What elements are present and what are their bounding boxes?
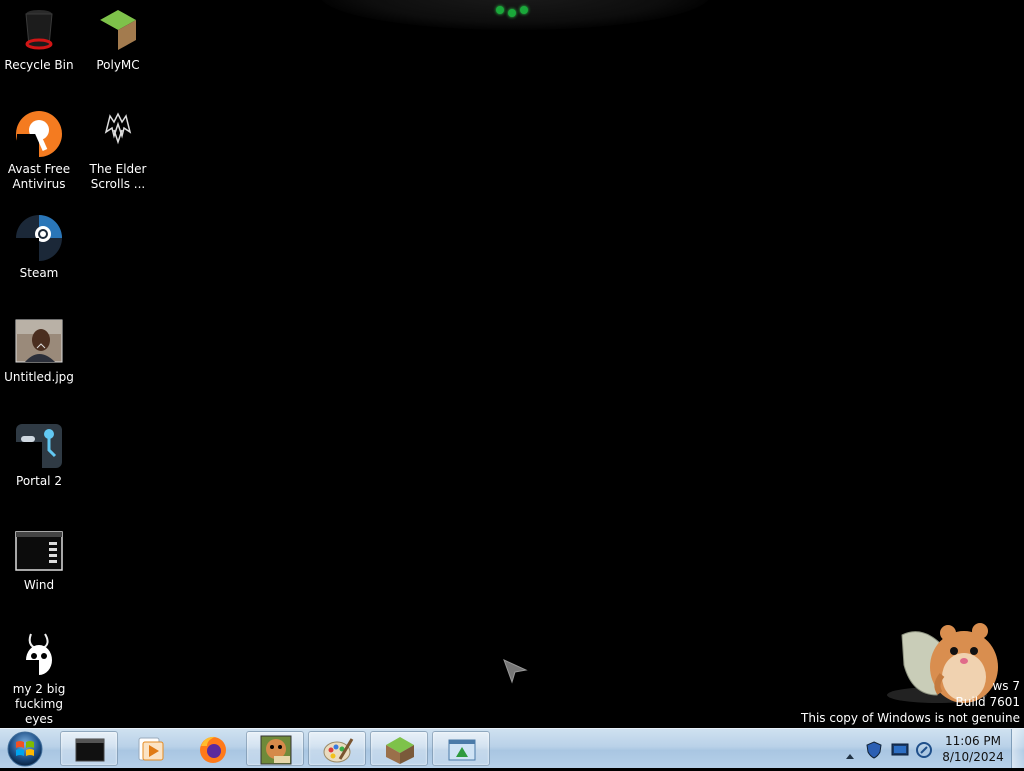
clock-date: 8/10/2024 (942, 750, 1004, 764)
taskbar-button-app[interactable] (432, 731, 490, 766)
paint-icon (323, 738, 354, 763)
desktop-icon-label: Wind (23, 578, 55, 592)
steam-icon (15, 214, 63, 262)
taskbar-clock[interactable]: 11:06 PM 8/10/2024 (935, 733, 1011, 765)
desktop-icon-label: PolyMC (96, 58, 140, 72)
network-monitor-icon[interactable] (891, 742, 909, 762)
taskbar-button-hamster-box[interactable] (246, 731, 304, 766)
show-desktop-button[interactable] (1011, 729, 1024, 768)
desktop[interactable]: Recycle Bin PolyMC Avast Free Antivirus (0, 0, 1024, 728)
desktop-icon-label: Avast Free Antivirus (7, 162, 71, 191)
hamster-box-icon (260, 735, 292, 765)
desktop-icon-steam[interactable]: Steam (0, 214, 78, 281)
elder-scrolls-icon (94, 110, 142, 158)
volume-icon[interactable] (915, 741, 933, 763)
desktop-icon-bunny-image[interactable]: my 2 big fuckimg eyes (0, 630, 78, 727)
taskbar[interactable]: 11:06 PM 8/10/2024 (0, 728, 1024, 768)
taskbar-button-cmd[interactable] (60, 731, 118, 766)
desktop-icon-elder-scrolls[interactable]: The Elder Scrolls ... (79, 110, 157, 192)
show-hidden-icons-arrow[interactable] (845, 745, 855, 764)
firefox-icon (200, 736, 226, 763)
desktop-icon-label: Recycle Bin (4, 58, 74, 72)
windows-not-genuine-watermark: ws 7 Build 7601 This copy of Windows is … (801, 678, 1020, 726)
desktop-icon-portal-2[interactable]: Portal 2 (0, 422, 78, 489)
minecraft-icon (386, 737, 414, 764)
watermark-line-1: ws 7 (992, 679, 1020, 693)
taskbar-button-paint[interactable] (308, 731, 366, 766)
desktop-icon-label: Untitled.jpg (4, 370, 74, 384)
desktop-icon-polymc[interactable]: PolyMC (79, 6, 157, 73)
watermark-line-3: This copy of Windows is not genuine (801, 711, 1020, 725)
dock-indicator-dots (496, 6, 530, 17)
taskbar-button-minecraft[interactable] (370, 731, 428, 766)
watermark-line-2: Build 7601 (955, 695, 1020, 709)
media-player-icon (138, 737, 164, 761)
recycle-bin-icon (15, 6, 63, 54)
desktop-icon-label: my 2 big fuckimg eyes (12, 682, 66, 726)
desktop-icon-recycle-bin[interactable]: Recycle Bin (0, 6, 78, 73)
wind-shortcut-icon (15, 526, 63, 574)
taskbar-button-media-player[interactable] (122, 731, 180, 766)
desktop-icon-label: Portal 2 (16, 474, 62, 488)
polymc-icon (94, 6, 142, 54)
mouse-cursor-icon (502, 658, 528, 688)
app-window-icon (448, 739, 476, 761)
security-shield-icon[interactable] (866, 741, 882, 763)
taskbar-button-firefox[interactable] (184, 731, 242, 766)
cmd-window-icon (75, 738, 105, 762)
image-file-icon (15, 318, 63, 366)
desktop-icon-avast[interactable]: Avast Free Antivirus (0, 110, 78, 192)
desktop-icon-untitled-jpg[interactable]: Untitled.jpg (0, 318, 78, 385)
clock-time: 11:06 PM (945, 734, 1001, 748)
desktop-icon-label: Steam (19, 266, 59, 280)
portal-2-icon (15, 422, 63, 470)
start-button[interactable] (5, 730, 45, 767)
desktop-icon-label: The Elder Scrolls ... (89, 162, 147, 191)
desktop-icon-wind[interactable]: Wind (0, 526, 78, 593)
avast-icon (15, 110, 63, 158)
bunny-image-icon (15, 630, 63, 678)
windows-orb-icon (7, 731, 43, 767)
